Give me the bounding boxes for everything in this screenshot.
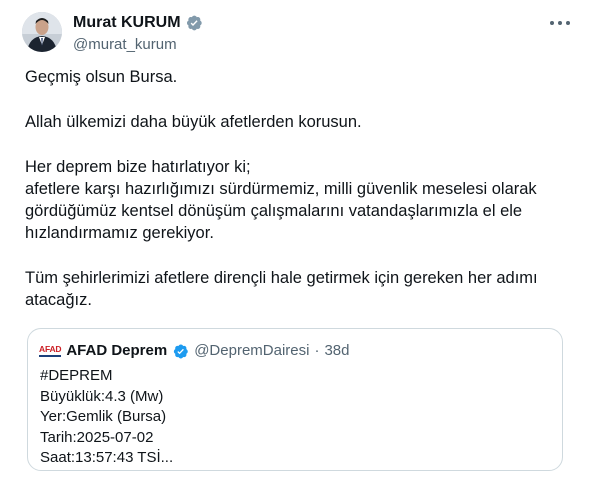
quoted-post-header: AFAD AFAD Deprem @DepremDairesi · 38d (39, 342, 350, 360)
quoted-line: Tarih:2025-07-02 (40, 428, 154, 446)
tweet-card: Murat KURUM @murat_kurum Geçmiş olsun Bu… (0, 0, 597, 486)
quoted-author-name[interactable]: AFAD Deprem (66, 342, 167, 360)
quoted-post[interactable]: AFAD AFAD Deprem @DepremDairesi · 38d #D… (27, 328, 563, 471)
avatar-photo (22, 12, 62, 52)
author-name[interactable]: Murat KURUM (73, 13, 181, 33)
post-paragraph: Her deprem bize hatırlatıyor ki; afetler… (25, 158, 537, 242)
quoted-line[interactable]: #DEPREM (40, 366, 173, 387)
quoted-line: Saat:13:57:43 TSİ... (40, 449, 174, 466)
verified-badge-icon (174, 344, 188, 358)
quoted-author-handle[interactable]: @DepremDairesi (194, 342, 309, 360)
verified-badge-icon (186, 15, 202, 31)
post-paragraph: Geçmiş olsun Bursa. (25, 68, 178, 86)
post-paragraph: Allah ülkemizi daha büyük afetlerden kor… (25, 113, 362, 131)
avatar[interactable] (22, 12, 62, 52)
more-horizontal-icon[interactable] (549, 18, 571, 28)
author-block: Murat KURUM @murat_kurum (73, 13, 203, 55)
afad-logo: AFAD (39, 345, 62, 357)
quoted-post-text: #DEPREM Büyüklük:4.3 (Mw) Yer:Gemlik (Bu… (40, 366, 173, 469)
post-paragraph: Tüm şehirlerimizi afetlere dirençli hale… (25, 269, 538, 309)
author-name-row[interactable]: Murat KURUM (73, 13, 203, 33)
author-handle[interactable]: @murat_kurum (73, 35, 203, 55)
quoted-line: Büyüklük:4.3 (Mw) (40, 387, 164, 405)
quoted-line: Yer:Gemlik (Bursa) (40, 408, 167, 425)
separator-dot: · (314, 342, 320, 359)
quoted-timestamp[interactable]: 38d (324, 342, 349, 360)
post-text: Geçmiş olsun Bursa. Allah ülkemizi daha … (25, 66, 573, 334)
